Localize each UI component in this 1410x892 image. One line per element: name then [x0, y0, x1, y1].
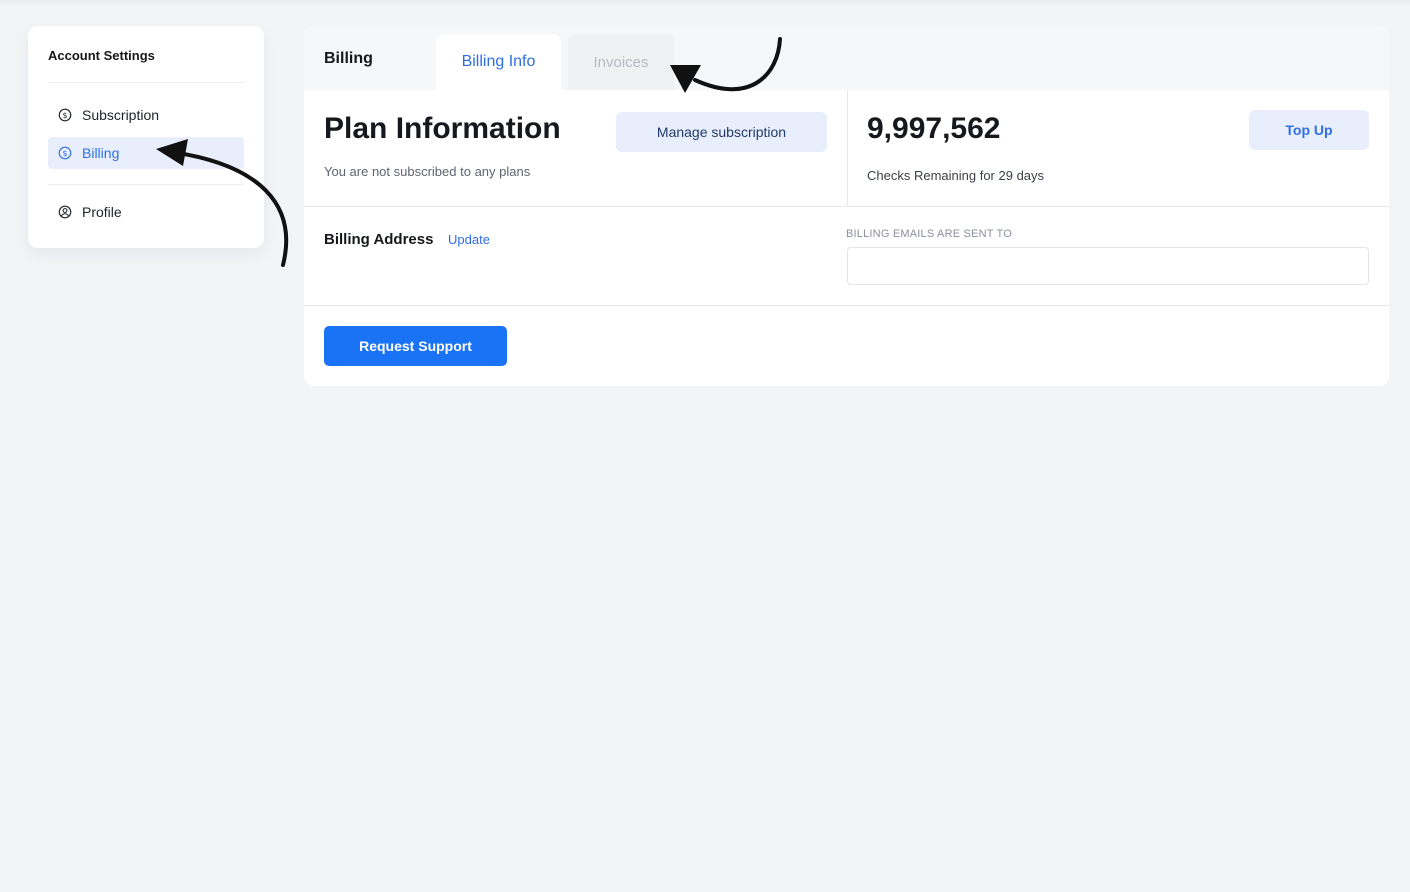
- page-title: Billing: [324, 50, 373, 67]
- section-divider: [304, 305, 1389, 306]
- billing-panel: Billing Billing Info Invoices Plan Infor…: [304, 26, 1389, 386]
- svg-text:$: $: [62, 149, 67, 158]
- dollar-circle-icon: $: [58, 108, 72, 122]
- sidebar-item-subscription[interactable]: $ Subscription: [48, 99, 244, 131]
- svg-text:$: $: [62, 111, 67, 120]
- billing-emails-label: BILLING EMAILS ARE SENT TO: [846, 228, 1012, 240]
- tab-billing-info[interactable]: Billing Info: [436, 34, 561, 90]
- billing-emails-field[interactable]: [847, 247, 1369, 285]
- section-divider: [304, 206, 1389, 207]
- billing-address-label: Billing Address: [324, 231, 434, 248]
- section-divider: [847, 90, 848, 206]
- sidebar-item-label: Profile: [82, 204, 122, 220]
- plan-status-text: You are not subscribed to any plans: [324, 164, 531, 179]
- plan-information-title: Plan Information: [324, 112, 561, 145]
- request-support-button[interactable]: Request Support: [324, 326, 507, 366]
- checks-remaining-value: 9,997,562: [867, 112, 1001, 145]
- account-settings-sidebar: Account Settings $ Subscription $ Billin…: [28, 26, 264, 248]
- sidebar-item-label: Subscription: [82, 107, 160, 123]
- user-circle-icon: [58, 205, 72, 219]
- tab-invoices[interactable]: Invoices: [568, 34, 674, 90]
- top-up-button[interactable]: Top Up: [1249, 110, 1369, 150]
- manage-subscription-button[interactable]: Manage subscription: [616, 112, 827, 152]
- sidebar-item-label: Billing: [82, 145, 120, 161]
- sidebar-item-profile[interactable]: Profile: [48, 196, 244, 228]
- update-address-link[interactable]: Update: [448, 232, 490, 247]
- dollar-circle-icon: $: [58, 146, 72, 160]
- sidebar-item-billing[interactable]: $ Billing: [48, 137, 244, 169]
- sidebar-divider: [48, 82, 244, 83]
- checks-remaining-text: Checks Remaining for 29 days: [867, 168, 1045, 183]
- sidebar-title: Account Settings: [48, 48, 155, 63]
- top-shade: [0, 0, 1410, 6]
- sidebar-divider: [48, 184, 244, 185]
